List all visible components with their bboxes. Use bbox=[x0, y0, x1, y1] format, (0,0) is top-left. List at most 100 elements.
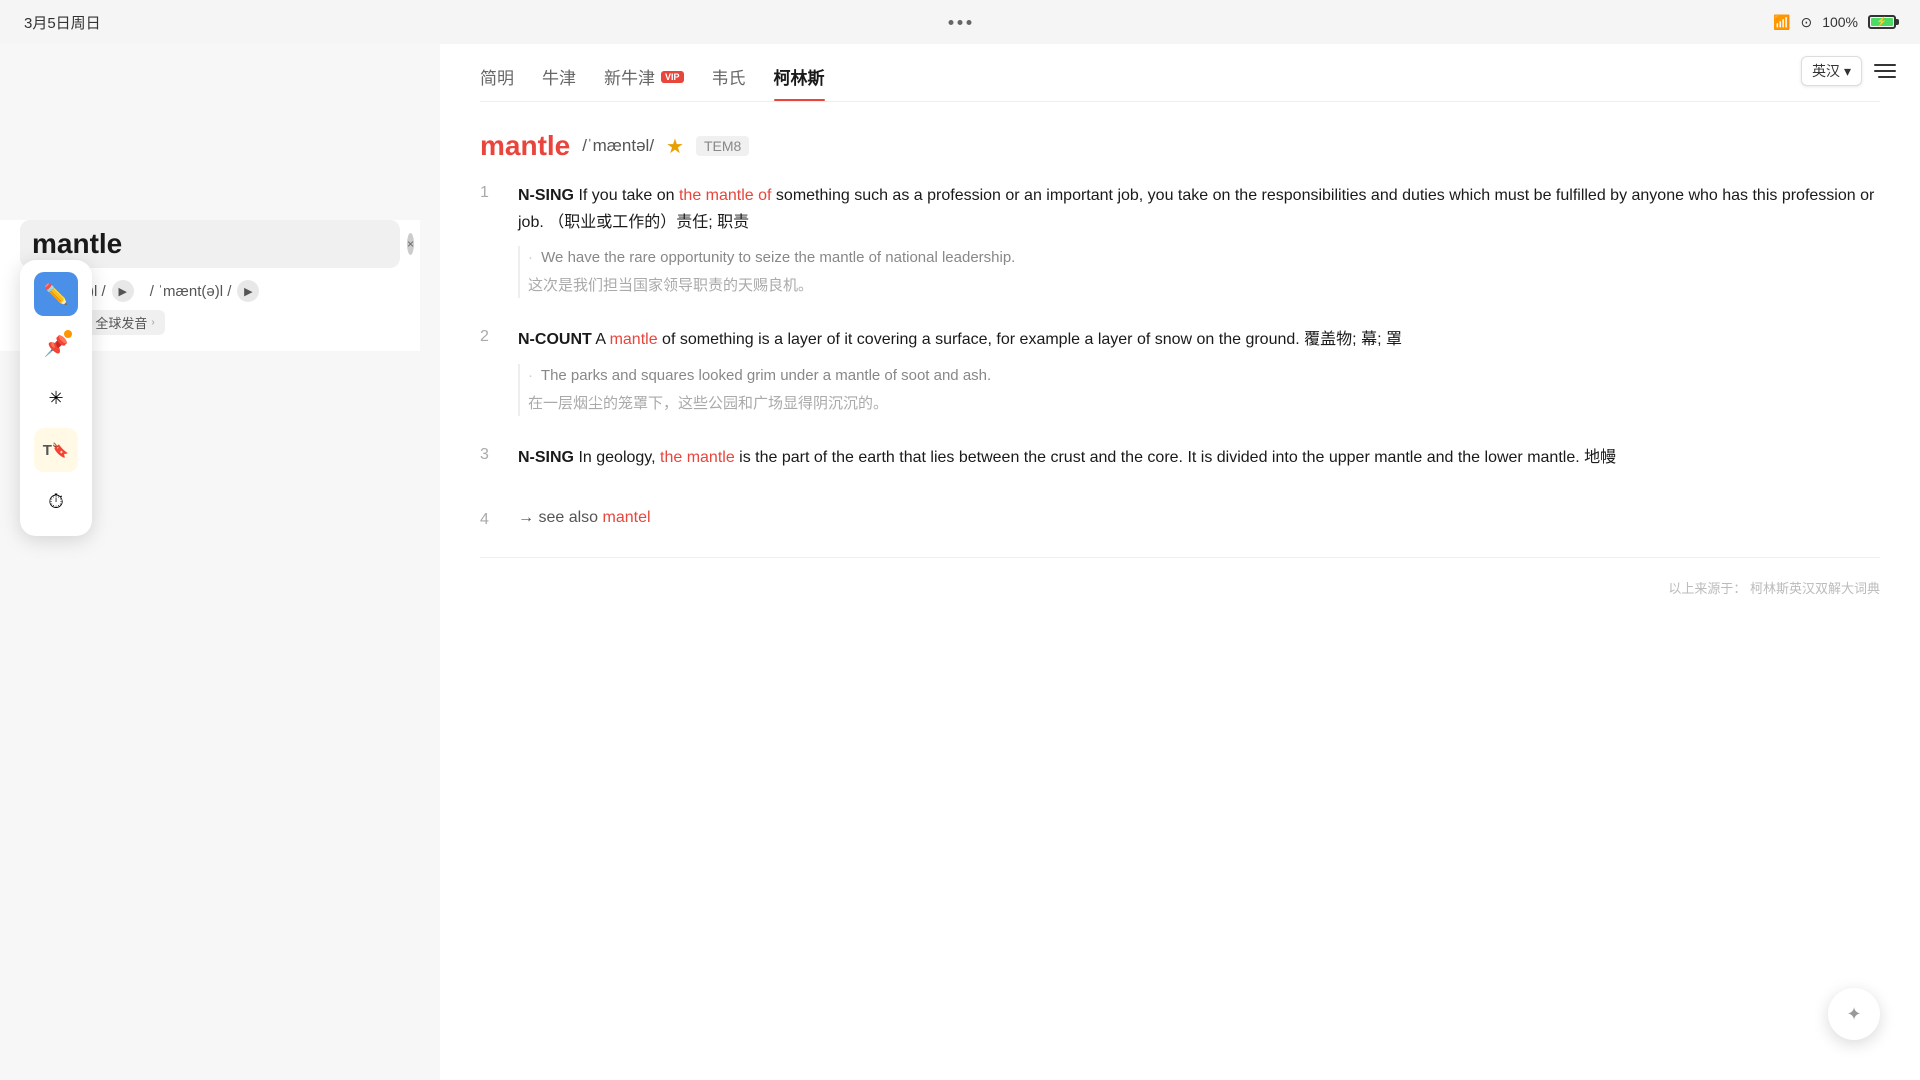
word-title: mantle bbox=[480, 130, 570, 162]
def-chinese-3: 地幔 bbox=[1584, 449, 1616, 466]
status-date: 3月5日周日 bbox=[24, 12, 101, 33]
def-text-before-3: In geology, bbox=[578, 449, 660, 466]
wifi-icon: 📶 bbox=[1773, 14, 1790, 31]
charge-icon: ⚡ bbox=[1876, 17, 1887, 28]
clock-icon: ⏱ bbox=[48, 491, 64, 514]
def-number-2: 2 bbox=[480, 326, 510, 415]
def-example-1: · We have the rare opportunity to seize … bbox=[518, 246, 1880, 298]
tab-niujin[interactable]: 牛津 bbox=[542, 64, 576, 101]
close-icon: × bbox=[407, 237, 414, 251]
toolbar-pencil[interactable]: ✏️ bbox=[34, 272, 78, 316]
def-content-2: N-COUNT A mantle of something is a layer… bbox=[518, 326, 1880, 415]
search-close-button[interactable]: × bbox=[407, 233, 414, 255]
def-main-1: N-SING If you take on the mantle of some… bbox=[518, 182, 1880, 236]
global-pronounce-tag[interactable]: 全球发音 › bbox=[85, 310, 164, 335]
main-content: 简明 牛津 新牛津 VIP 韦氏 柯林斯 mantle /ˈmæntəl/ ★ … bbox=[440, 44, 1920, 1080]
tab-xinniujin[interactable]: 新牛津 VIP bbox=[604, 64, 684, 101]
global-pronounce-label: 全球发音 bbox=[95, 313, 147, 332]
example-cn-2: 在一层烟尘的笼罩下，这些公园和广场显得阴沉沉的。 bbox=[528, 392, 1880, 416]
tab-jianming-label: 简明 bbox=[480, 64, 514, 89]
toolbar-text[interactable]: T 🔖 bbox=[34, 428, 78, 472]
def-content-1: N-SING If you take on the mantle of some… bbox=[518, 182, 1880, 298]
pin-dot-indicator bbox=[64, 330, 72, 338]
example-en-text-2: The parks and squares looked grim under … bbox=[541, 367, 991, 384]
chevron-down-icon: ▾ bbox=[1844, 63, 1851, 80]
example-en-text-1: We have the rare opportunity to seize th… bbox=[541, 249, 1015, 266]
toolbar-clock[interactable]: ⏱ bbox=[34, 480, 78, 524]
def-text-after-3: is the part of the earth that lies betwe… bbox=[739, 449, 1584, 466]
dot1 bbox=[949, 20, 954, 25]
floating-toolbar: ✏️ 📌 ✳ T 🔖 ⏱ bbox=[20, 260, 92, 536]
definition-item-1: 1 N-SING If you take on the mantle of so… bbox=[480, 182, 1880, 298]
example-en-2: · The parks and squares looked grim unde… bbox=[528, 364, 1880, 388]
example-en-1: · We have the rare opportunity to seize … bbox=[528, 246, 1880, 270]
tab-weishi-label: 韦氏 bbox=[712, 64, 746, 89]
definition-list: 1 N-SING If you take on the mantle of so… bbox=[480, 182, 1880, 481]
text-icon: T bbox=[43, 442, 52, 459]
example-cn-1: 这次是我们担当国家领导职责的天赐良机。 bbox=[528, 274, 1880, 298]
toolbar-sparkle[interactable]: ✳ bbox=[34, 376, 78, 420]
speaker-uk-icon: ▶ bbox=[244, 285, 252, 298]
def-type-1: N-SING bbox=[518, 187, 574, 204]
def-highlight-1: the mantle of bbox=[679, 187, 772, 204]
toolbar-pin[interactable]: 📌 bbox=[34, 324, 78, 368]
tab-kelinsi-label: 柯林斯 bbox=[774, 64, 825, 89]
level-badge: TEM8 bbox=[696, 136, 749, 156]
definition-item-3: 3 N-SING In geology, the mantle is the p… bbox=[480, 444, 1880, 481]
def-text-after-2: of something is a layer of it covering a… bbox=[662, 331, 1304, 348]
star-button[interactable]: ★ bbox=[666, 134, 684, 159]
tab-kelinsi[interactable]: 柯林斯 bbox=[774, 64, 825, 101]
see-also-link[interactable]: mantel bbox=[603, 509, 651, 526]
def-main-3: N-SING In geology, the mantle is the par… bbox=[518, 444, 1880, 471]
sound-uk-button[interactable]: ▶ bbox=[237, 280, 259, 302]
phonetic: /ˈmæntəl/ bbox=[582, 136, 654, 156]
def-type-2: N-COUNT bbox=[518, 331, 592, 348]
def-number-1: 1 bbox=[480, 182, 510, 298]
battery-icon: ⚡ bbox=[1868, 15, 1896, 29]
status-bar: 3月5日周日 📶 ⊙ 100% ⚡ bbox=[0, 0, 1920, 44]
def-highlight-3: the mantle bbox=[660, 449, 735, 466]
pronunciation-uk-text: / ˈmænt(ə)l / bbox=[150, 283, 232, 300]
location-icon: ⊙ bbox=[1800, 14, 1812, 31]
lang-label: 英汉 bbox=[1812, 61, 1840, 81]
search-input[interactable]: mantle bbox=[32, 228, 407, 260]
sound-us-button[interactable]: ▶ bbox=[112, 280, 134, 302]
lang-button[interactable]: 英汉 ▾ bbox=[1801, 56, 1862, 86]
tab-xinniujin-label: 新牛津 bbox=[604, 64, 655, 89]
def-type-3: N-SING bbox=[518, 449, 574, 466]
top-controls: 英汉 ▾ bbox=[1801, 56, 1896, 86]
bookmark-icon: 🔖 bbox=[52, 442, 69, 459]
def-highlight-2: mantle bbox=[610, 331, 658, 348]
battery-percent: 100% bbox=[1822, 14, 1858, 30]
def-main-2: N-COUNT A mantle of something is a layer… bbox=[518, 326, 1880, 353]
dot2 bbox=[958, 20, 963, 25]
menu-button[interactable] bbox=[1874, 62, 1896, 80]
see-also: 4 → see also mantel bbox=[480, 509, 1880, 529]
word-header: mantle /ˈmæntəl/ ★ TEM8 bbox=[480, 130, 1880, 162]
menu-line-middle bbox=[1874, 70, 1896, 72]
definition-item-2: 2 N-COUNT A mantle of something is a lay… bbox=[480, 326, 1880, 415]
def-text-before-2: A bbox=[595, 331, 609, 348]
def-chinese-1: （职业或工作的）责任; 职责 bbox=[548, 214, 749, 231]
tab-weishi[interactable]: 韦氏 bbox=[712, 64, 746, 101]
see-also-number: 4 bbox=[480, 509, 510, 529]
status-center bbox=[949, 20, 972, 25]
example-dot-1: · bbox=[528, 249, 533, 266]
fab-button[interactable]: ✦ bbox=[1828, 988, 1880, 1040]
global-pronounce-chevron-icon: › bbox=[151, 317, 154, 328]
dictionary-tabs: 简明 牛津 新牛津 VIP 韦氏 柯林斯 bbox=[480, 64, 1880, 102]
status-right: 📶 ⊙ 100% ⚡ bbox=[1773, 14, 1896, 31]
tab-jianming[interactable]: 简明 bbox=[480, 64, 514, 101]
sparkle-icon: ✳ bbox=[48, 388, 63, 409]
def-text-before-1: If you take on bbox=[578, 187, 679, 204]
see-also-content: → see also mantel bbox=[518, 509, 1880, 529]
dot3 bbox=[967, 20, 972, 25]
source-name: 柯林斯英汉双解大词典 bbox=[1750, 581, 1880, 596]
def-number-3: 3 bbox=[480, 444, 510, 481]
pronunciation-uk: / ˈmænt(ə)l / ▶ bbox=[150, 280, 260, 302]
left-panel bbox=[0, 44, 440, 1080]
speaker-icon: ▶ bbox=[118, 285, 126, 298]
vip-badge: VIP bbox=[661, 71, 684, 83]
tab-niujin-label: 牛津 bbox=[542, 64, 576, 89]
fab-icon: ✦ bbox=[1846, 1004, 1861, 1025]
